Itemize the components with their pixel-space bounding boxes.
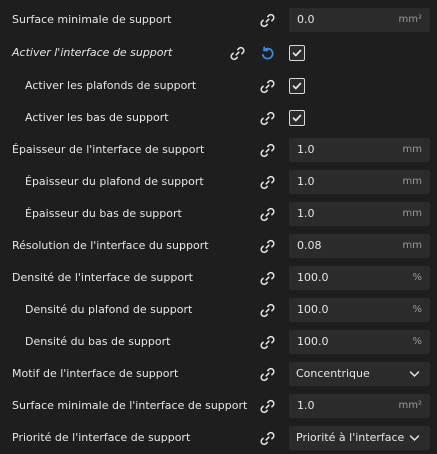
link-icon[interactable] (259, 238, 276, 255)
setting-row-enable-support-bottom: Activer les bas de support (0, 102, 437, 134)
link-icon[interactable] (259, 302, 276, 319)
setting-label: Épaisseur du plafond de support (25, 175, 204, 188)
field-unit: mm (402, 208, 422, 219)
interface-thickness-input[interactable]: 1.0 mm (289, 138, 430, 162)
roof-thickness-input[interactable]: 1.0 mm (289, 170, 430, 194)
field-unit: mm² (398, 400, 423, 411)
setting-row-roof-thickness: Épaisseur du plafond de support 1.0 mm (0, 166, 437, 198)
setting-row-bottom-density: Densité du bas de support 100.0 % (0, 326, 437, 358)
link-icon[interactable] (229, 45, 246, 62)
enable-support-interface-checkbox[interactable] (289, 45, 305, 61)
setting-label: Motif de l'interface de support (12, 367, 179, 380)
roof-density-input[interactable]: 100.0 % (289, 298, 430, 322)
interface-pattern-select[interactable]: Concentrique (289, 362, 430, 386)
setting-label: Densité du bas de support (25, 335, 171, 348)
setting-label: Surface minimale de support (12, 13, 172, 26)
setting-row-interface-pattern: Motif de l'interface de support Concentr… (0, 358, 437, 390)
setting-row-roof-density: Densité du plafond de support 100.0 % (0, 294, 437, 326)
link-icon[interactable] (259, 366, 276, 383)
field-value: 100.0 (297, 335, 329, 348)
field-unit: % (412, 336, 422, 347)
setting-label: Résolution de l'interface du support (12, 239, 209, 252)
field-value: 0.08 (297, 239, 322, 252)
bottom-density-input[interactable]: 100.0 % (289, 330, 430, 354)
interface-density-input[interactable]: 100.0 % (289, 266, 430, 290)
setting-label: Densité de l'interface de support (12, 271, 193, 284)
enable-support-roof-checkbox[interactable] (289, 78, 305, 94)
chevron-down-icon (409, 433, 420, 443)
field-unit: mm (402, 144, 422, 155)
link-icon[interactable] (259, 270, 276, 287)
field-value: 1.0 (297, 143, 315, 156)
select-value: Priorité à l'interface (296, 431, 405, 444)
field-unit: mm² (398, 14, 423, 25)
setting-row-interface-priority: Priorité de l'interface de support Prior… (0, 422, 437, 454)
link-icon[interactable] (259, 142, 276, 159)
enable-support-bottom-checkbox[interactable] (289, 110, 305, 126)
setting-label: Priorité de l'interface de support (12, 431, 191, 444)
setting-label: Activer les bas de support (25, 111, 169, 124)
link-icon[interactable] (259, 110, 276, 127)
field-unit: % (412, 272, 422, 283)
bottom-thickness-input[interactable]: 1.0 mm (289, 202, 430, 226)
field-value: 1.0 (297, 207, 315, 220)
setting-row-min-interface-area: Surface minimale de l'interface de suppo… (0, 390, 437, 422)
setting-row-enable-support-roof: Activer les plafonds de support (0, 70, 437, 102)
setting-label: Activer l'interface de support (12, 46, 173, 59)
field-unit: mm (402, 176, 422, 187)
field-value: 1.0 (297, 175, 315, 188)
setting-row-enable-support-interface: Activer l'interface de support (0, 37, 437, 69)
interface-resolution-input[interactable]: 0.08 mm (289, 234, 430, 258)
chevron-down-icon (409, 369, 420, 379)
setting-row-interface-thickness: Épaisseur de l'interface de support 1.0 … (0, 134, 437, 166)
setting-label: Épaisseur de l'interface de support (12, 143, 205, 156)
field-value: 100.0 (297, 303, 329, 316)
link-icon[interactable] (259, 334, 276, 351)
setting-row-interface-resolution: Résolution de l'interface du support 0.0… (0, 230, 437, 262)
interface-priority-select[interactable]: Priorité à l'interface (289, 426, 430, 450)
field-unit: % (412, 304, 422, 315)
field-value: 1.0 (297, 399, 315, 412)
select-value: Concentrique (296, 367, 370, 380)
field-value: 0.0 (297, 13, 315, 26)
setting-label: Densité du plafond de support (25, 303, 193, 316)
setting-row-min-support-area: Surface minimale de support 0.0 mm² (0, 4, 437, 36)
reset-icon[interactable] (259, 45, 276, 62)
setting-label: Épaisseur du bas de support (25, 207, 182, 220)
setting-row-interface-density: Densité de l'interface de support 100.0 … (0, 262, 437, 294)
field-unit: mm (402, 240, 422, 251)
setting-label: Surface minimale de l'interface de suppo… (12, 399, 248, 412)
link-icon[interactable] (259, 206, 276, 223)
link-icon[interactable] (259, 78, 276, 95)
link-icon[interactable] (259, 174, 276, 191)
min-interface-area-input[interactable]: 1.0 mm² (289, 394, 430, 418)
field-value: 100.0 (297, 271, 329, 284)
setting-row-bottom-thickness: Épaisseur du bas de support 1.0 mm (0, 198, 437, 230)
link-icon[interactable] (259, 12, 276, 29)
link-icon[interactable] (259, 398, 276, 415)
min-support-area-input[interactable]: 0.0 mm² (289, 8, 430, 32)
link-icon[interactable] (259, 430, 276, 447)
setting-label: Activer les plafonds de support (25, 79, 197, 92)
